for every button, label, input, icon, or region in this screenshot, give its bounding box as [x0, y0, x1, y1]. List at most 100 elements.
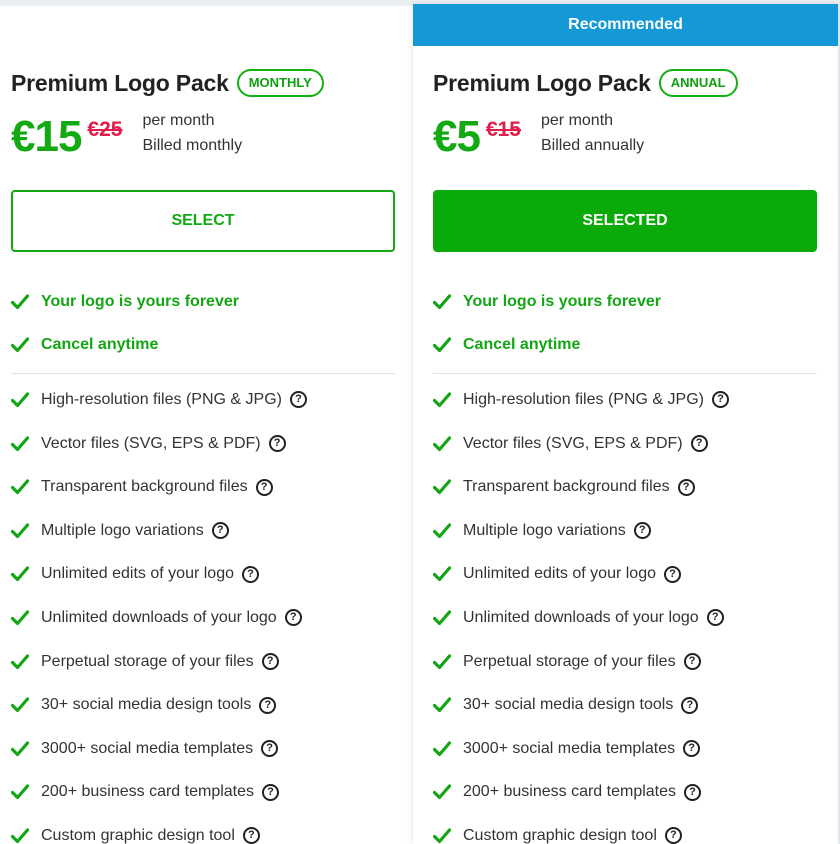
billing-note: Billed annually [541, 137, 645, 154]
feature-item: 200+ business card templates? [11, 771, 393, 815]
help-icon[interactable]: ? [259, 696, 277, 714]
help-icon[interactable]: ? [664, 827, 682, 844]
highlight-item: Your logo is yours forever [11, 280, 393, 324]
check-icon [433, 294, 463, 310]
help-icon[interactable]: ? [663, 565, 681, 583]
help-icon[interactable]: ? [268, 435, 286, 453]
check-icon [433, 523, 463, 539]
check-icon [11, 392, 41, 408]
feature-list: High-resolution files (PNG & JPG)? Vector… [11, 378, 393, 844]
highlight-list: Your logo is yours forever Cancel anytime [11, 280, 393, 367]
help-icon[interactable]: ? [262, 783, 280, 801]
feature-text: Vector files (SVG, EPS & PDF) [41, 434, 261, 452]
help-icon[interactable]: ? [683, 653, 701, 671]
divider [433, 373, 817, 375]
feature-item: 3000+ social media templates? [11, 727, 393, 771]
check-icon [433, 784, 463, 800]
feature-text: Vector files (SVG, EPS & PDF) [463, 434, 683, 452]
help-icon[interactable]: ? [261, 740, 279, 758]
billing-note: Billed monthly [142, 137, 243, 154]
feature-text: High-resolution files (PNG & JPG) [463, 390, 704, 408]
feature-item: 30+ social media design tools? [433, 683, 818, 727]
feature-item: Vector files (SVG, EPS & PDF)? [433, 422, 818, 466]
check-icon [433, 610, 463, 626]
feature-item: 30+ social media design tools? [11, 683, 393, 727]
check-icon [433, 337, 463, 353]
help-icon[interactable]: ? [211, 522, 229, 540]
highlight-item: Cancel anytime [11, 324, 393, 368]
feature-item: Perpetual storage of your files? [433, 640, 818, 684]
check-icon [11, 741, 41, 757]
check-icon [11, 610, 41, 626]
feature-item: High-resolution files (PNG & JPG)? [11, 378, 393, 422]
price-period: per month [142, 112, 215, 129]
highlight-text: Your logo is yours forever [463, 292, 661, 310]
feature-text: Unlimited downloads of your logo [463, 608, 699, 626]
selected-plan-button[interactable]: SELECTED [433, 190, 817, 252]
feature-text: 200+ business card templates [463, 783, 677, 801]
feature-text: Transparent background files [463, 478, 670, 496]
plan-price: €5 [433, 112, 481, 161]
feature-text: Unlimited downloads of your logo [41, 608, 277, 626]
feature-text: 200+ business card templates [41, 783, 255, 801]
feature-item: Unlimited downloads of your logo? [11, 596, 393, 640]
highlight-item: Your logo is yours forever [433, 280, 818, 324]
check-icon [11, 435, 41, 452]
help-icon[interactable]: ? [289, 391, 307, 409]
check-icon [433, 653, 463, 670]
feature-item: 3000+ social media templates? [433, 727, 818, 771]
check-icon [11, 653, 41, 670]
highlight-text: Cancel anytime [41, 336, 159, 354]
feature-text: Custom graphic design tool [463, 826, 657, 844]
help-icon[interactable]: ? [242, 827, 260, 844]
feature-text: Perpetual storage of your files [463, 652, 676, 670]
old-price: €25 [87, 118, 123, 141]
plan-title: Premium Logo Pack [11, 69, 229, 96]
feature-text: Custom graphic design tool [41, 826, 235, 844]
help-icon[interactable]: ? [241, 565, 259, 583]
feature-text: Unlimited edits of your logo [463, 565, 656, 583]
check-icon [433, 392, 463, 408]
help-icon[interactable]: ? [690, 435, 708, 453]
feature-item: High-resolution files (PNG & JPG)? [433, 378, 818, 422]
check-icon [433, 741, 463, 757]
feature-text: Unlimited edits of your logo [41, 565, 234, 583]
feature-text: Transparent background files [41, 478, 248, 496]
feature-item: 200+ business card templates? [433, 771, 818, 815]
period-badge: MONTHLY [236, 69, 324, 97]
check-icon [433, 697, 463, 713]
highlight-list: Your logo is yours forever Cancel anytime [433, 280, 818, 367]
help-icon[interactable]: ? [261, 653, 279, 671]
help-icon[interactable]: ? [684, 783, 702, 801]
plan-price: €15 [11, 112, 82, 161]
select-plan-button[interactable]: SELECT [11, 190, 395, 252]
plan-card-monthly: Premium Logo Pack MONTHLY €15 €25 per mo… [0, 6, 413, 844]
feature-item: Custom graphic design tool? [433, 814, 818, 844]
help-icon[interactable]: ? [706, 609, 724, 627]
check-icon [11, 566, 41, 582]
feature-item: Unlimited downloads of your logo? [433, 596, 818, 640]
help-icon[interactable]: ? [677, 478, 695, 496]
help-icon[interactable]: ? [284, 609, 302, 627]
help-icon[interactable]: ? [683, 740, 701, 758]
help-icon[interactable]: ? [633, 522, 651, 540]
check-icon [433, 566, 463, 582]
check-icon [11, 294, 41, 310]
check-icon [11, 479, 41, 495]
help-icon[interactable]: ? [681, 696, 699, 714]
feature-item: Perpetual storage of your files? [11, 640, 393, 684]
divider [11, 373, 395, 375]
feature-text: Multiple logo variations [41, 521, 204, 539]
feature-item: Multiple logo variations? [433, 509, 818, 553]
help-icon[interactable]: ? [711, 391, 729, 409]
check-icon [433, 479, 463, 495]
feature-text: 3000+ social media templates [463, 739, 676, 757]
period-badge: ANNUAL [658, 69, 738, 97]
feature-text: Perpetual storage of your files [41, 652, 254, 670]
old-price: €15 [485, 118, 521, 141]
help-icon[interactable]: ? [255, 478, 273, 496]
feature-item: Vector files (SVG, EPS & PDF)? [11, 422, 393, 466]
feature-list: High-resolution files (PNG & JPG)? Vector… [433, 378, 818, 844]
check-icon [11, 337, 41, 353]
feature-item: Transparent background files? [11, 465, 393, 509]
